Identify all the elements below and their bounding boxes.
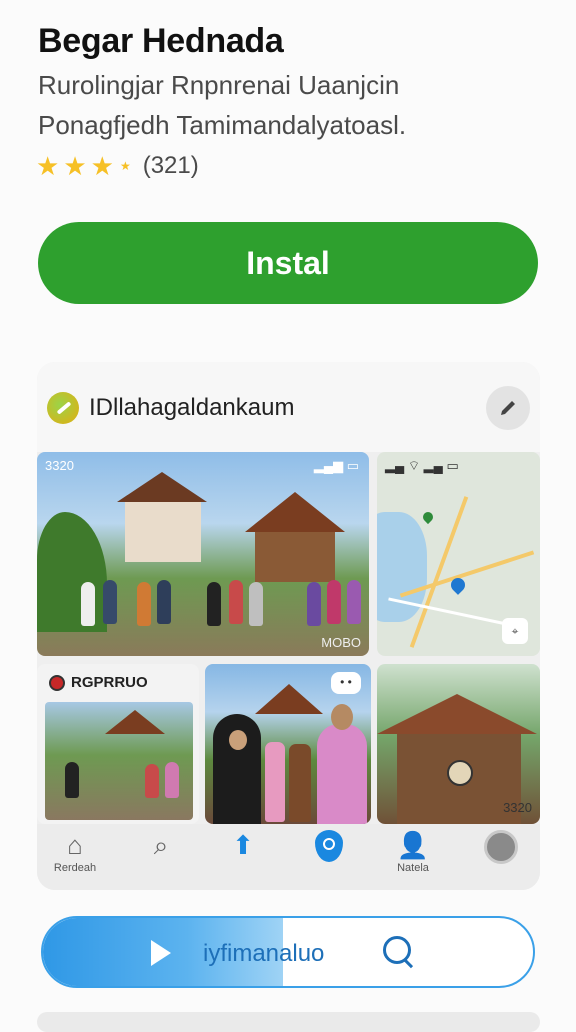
pavilion-roof	[377, 694, 537, 734]
person	[307, 582, 321, 626]
next-card-peek	[37, 1012, 540, 1032]
status-icons: ▂▄▆ ▭	[313, 458, 359, 473]
rating-count: (321)	[142, 152, 199, 179]
nav-upload[interactable]: ⬆	[213, 830, 273, 860]
house-roof	[117, 472, 207, 502]
house-wall	[125, 502, 201, 562]
person	[249, 582, 263, 626]
person	[327, 580, 341, 624]
search-icon[interactable]	[383, 936, 411, 964]
nav-home-label: Rerdeah	[53, 862, 97, 874]
nav-search[interactable]: ⌕	[131, 830, 191, 860]
person	[229, 580, 243, 624]
person	[317, 724, 367, 824]
nav-disc[interactable]	[471, 830, 531, 864]
user-icon: 👤	[396, 830, 430, 860]
house-roof	[105, 710, 165, 734]
person	[81, 582, 95, 626]
person	[157, 580, 171, 624]
tile-badge: 3320	[503, 800, 532, 815]
preview-header: IDllahagaldankaum	[37, 362, 540, 452]
edit-button[interactable]	[486, 386, 530, 430]
star-icon: ★	[63, 151, 87, 181]
media-player-bar[interactable]: iyfimanaluo	[41, 916, 535, 988]
person	[103, 580, 117, 624]
pencil-icon	[501, 401, 515, 415]
person	[207, 582, 221, 626]
preview-title: IDllahagaldankaum	[89, 394, 295, 421]
status-time: 3320	[45, 458, 74, 473]
person	[265, 742, 285, 822]
face	[331, 704, 353, 730]
nav-home[interactable]: ⌂ Rerdeah	[45, 830, 105, 874]
screenshot-village[interactable]: 3320 ▂▄▆ ▭ MOBO	[37, 452, 369, 656]
person	[65, 762, 79, 798]
person	[347, 580, 361, 624]
bottom-nav: ⌂ Rerdeah ⌕ ⬆ 👤 Natela	[37, 824, 540, 890]
person	[145, 764, 159, 798]
half-star-icon: ★	[119, 159, 131, 173]
face	[229, 730, 247, 750]
upload-icon: ⬆	[232, 830, 254, 860]
palm-tree	[37, 512, 107, 632]
tile-header: RGPRRUO	[49, 674, 148, 691]
record-icon	[49, 674, 65, 691]
screenshot-map[interactable]: ▂▄ ⌔ ▂▄ ▭ ⌖	[377, 452, 540, 656]
search-icon: ⌕	[153, 830, 169, 860]
nav-shield[interactable]	[299, 830, 359, 862]
install-button[interactable]: Instal	[38, 222, 538, 304]
player-label: iyfimanaluo	[203, 940, 325, 967]
tile-label: RGPRRUO	[71, 674, 148, 691]
clock-icon	[447, 760, 473, 786]
nav-profile[interactable]: 👤 Natela	[383, 830, 443, 874]
star-icon: ★	[90, 151, 114, 181]
app-logo-icon	[47, 392, 79, 424]
rating: ★ ★ ★ ★ (321)	[36, 152, 199, 180]
person	[165, 762, 179, 798]
garden-image	[45, 702, 193, 820]
app-title: Begar Hednada	[38, 22, 284, 60]
disc-icon	[484, 830, 518, 864]
play-icon[interactable]	[151, 940, 171, 966]
screenshot-garden[interactable]: RGPRRUO	[37, 664, 199, 824]
person	[289, 744, 311, 822]
chat-bubble-icon[interactable]: • •	[331, 672, 361, 694]
star-icon: ★	[36, 151, 60, 181]
watermark: MOBO	[321, 635, 361, 650]
screenshot-pavilion[interactable]: 3320	[377, 664, 540, 824]
pavilion-roof	[245, 492, 345, 532]
app-subtitle-line2: Ponagfjedh Tamimandalyatoasl.	[38, 110, 407, 140]
screenshot-people[interactable]: • •	[205, 664, 371, 824]
locate-button[interactable]: ⌖	[502, 618, 528, 644]
status-bar: ▂▄ ⌔ ▂▄ ▭	[385, 458, 459, 473]
home-icon: ⌂	[67, 830, 83, 860]
app-subtitle-line1: Rurolingjar Rnpnrenai Uaanjcin	[38, 70, 400, 100]
person	[137, 582, 151, 626]
place-marker-icon[interactable]	[420, 509, 436, 525]
preview-card: IDllahagaldankaum 3320 ▂▄▆ ▭ MOBO ▂▄ ⌔ ▂…	[37, 362, 540, 890]
pavilion-roof	[255, 684, 323, 714]
pavilion-wall	[255, 532, 335, 582]
shield-icon	[315, 830, 343, 862]
nav-profile-label: Natela	[397, 862, 429, 874]
